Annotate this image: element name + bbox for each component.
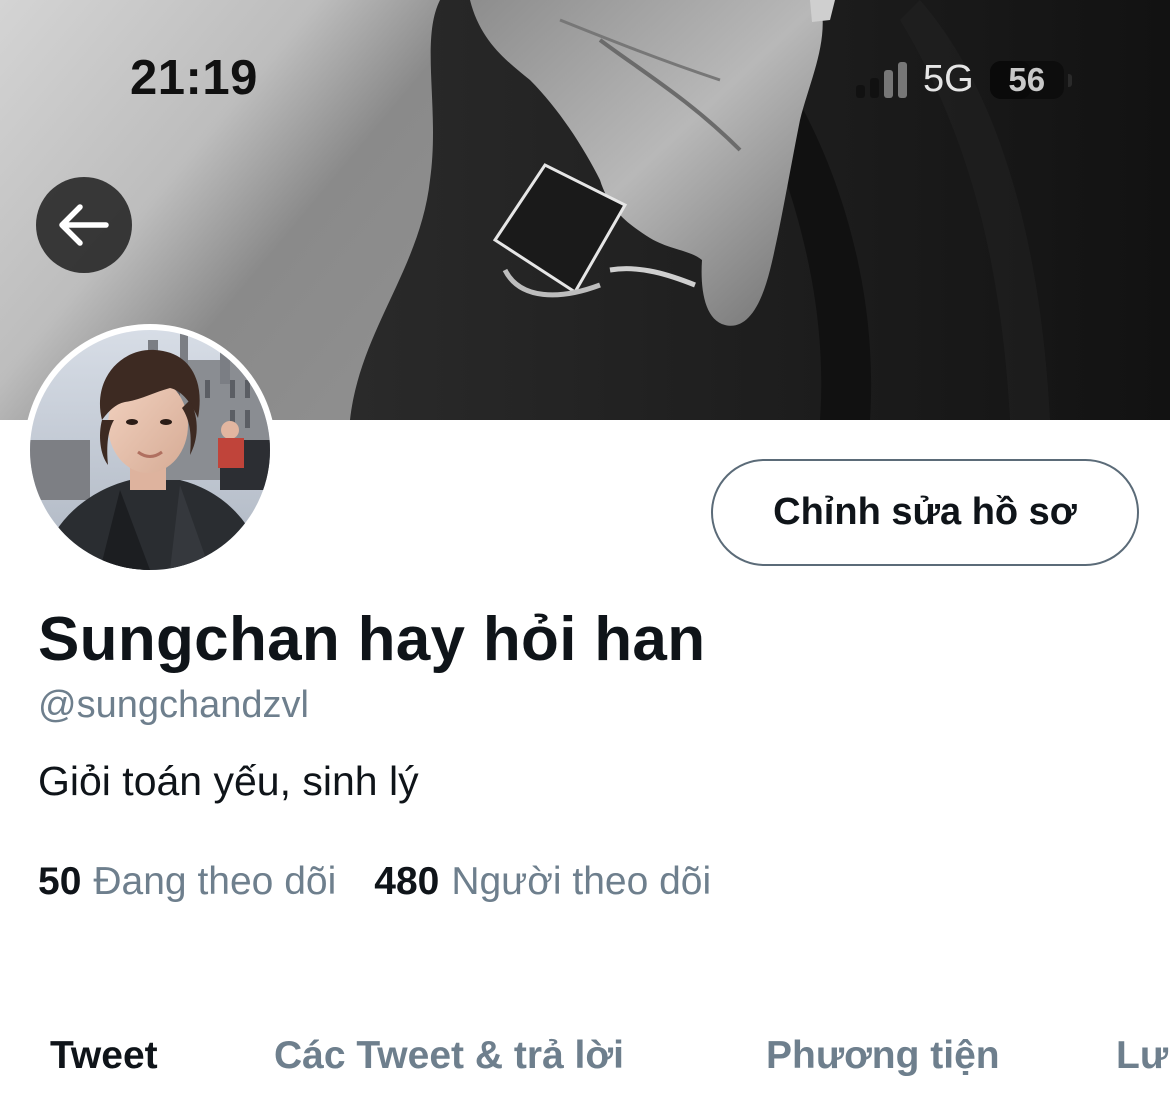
profile-tabs: Tweet Các Tweet & trả lời Phương tiện Lư <box>0 1034 1170 1094</box>
cellular-signal-icon <box>856 61 907 98</box>
edit-profile-button[interactable]: Chỉnh sửa hồ sơ <box>711 459 1139 566</box>
battery-icon: 56 <box>989 60 1072 99</box>
followers-link[interactable]: 480 Người theo dõi <box>374 860 711 904</box>
avatar-photo <box>30 330 270 570</box>
followers-label: Người theo dõi <box>451 860 712 903</box>
tab-tweets[interactable]: Tweet <box>50 1034 158 1078</box>
status-time: 21:19 <box>130 51 258 105</box>
arrow-left-icon <box>59 204 109 246</box>
following-link[interactable]: 50 Đang theo dõi <box>38 860 336 904</box>
following-count: 50 <box>38 860 82 903</box>
status-indicators: 5G 56 <box>856 58 1072 101</box>
following-label: Đang theo dõi <box>93 860 337 903</box>
follow-stats: 50 Đang theo dõi 480 Người theo dõi <box>38 860 711 904</box>
tab-likes[interactable]: Lư <box>1116 1034 1168 1078</box>
profile-bio: Giỏi toán yếu, sinh lý <box>38 758 419 804</box>
network-type: 5G <box>923 58 974 100</box>
tab-tweets-and-replies[interactable]: Các Tweet & trả lời <box>274 1034 624 1078</box>
profile-screen: 21:19 5G 56 Chỉnh sửa hồ sơ Sungchan hay… <box>0 0 1170 1120</box>
battery-percent: 56 <box>1008 60 1046 98</box>
avatar[interactable] <box>24 324 276 576</box>
user-handle: @sungchandzvl <box>38 684 309 726</box>
battery-nub <box>1067 73 1072 87</box>
back-button[interactable] <box>36 177 132 273</box>
tab-media[interactable]: Phương tiện <box>766 1034 1000 1078</box>
followers-count: 480 <box>374 860 440 903</box>
display-name: Sungchan hay hỏi han <box>38 605 706 674</box>
